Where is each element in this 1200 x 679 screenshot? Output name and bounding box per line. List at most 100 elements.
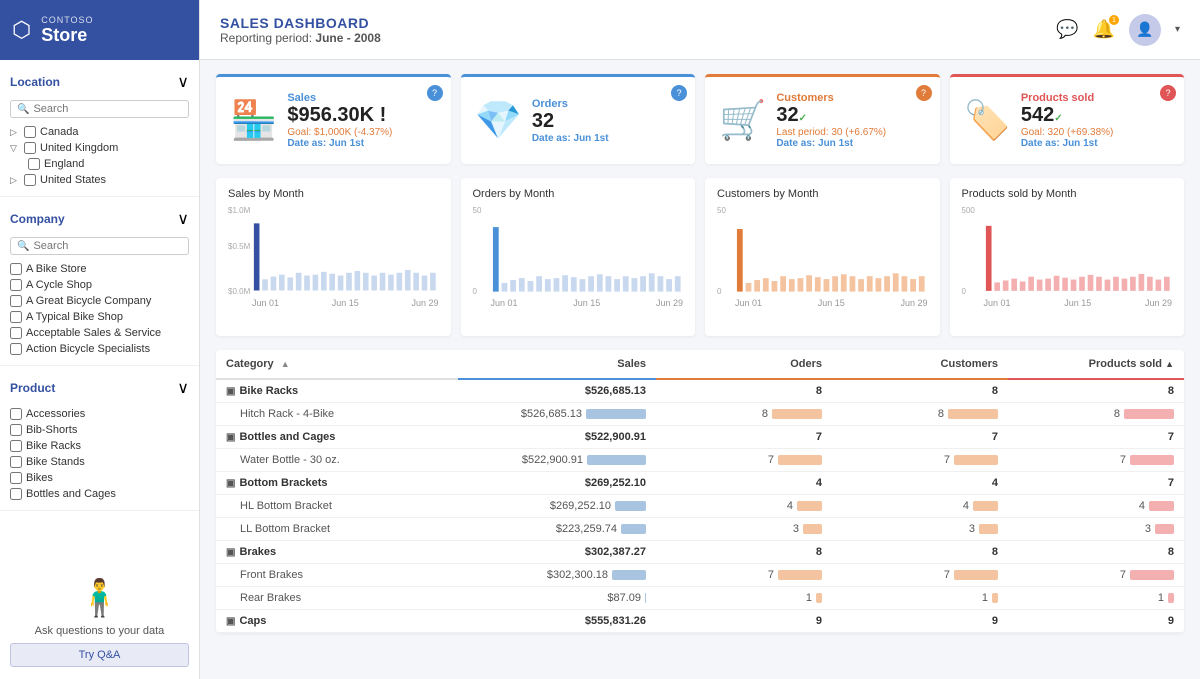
sales-date: Date as: Jun 1st	[287, 138, 436, 149]
company-checkbox[interactable]	[10, 263, 22, 275]
sales-info-icon[interactable]: ?	[427, 85, 443, 101]
sales-value-cell: $555,831.26	[585, 615, 646, 627]
products-bar	[1124, 409, 1174, 419]
cell-products: 7	[1008, 426, 1184, 449]
col-orders-header[interactable]: Oders	[656, 350, 832, 379]
category-icon: ▣	[226, 432, 235, 443]
company-label: A Great Bicycle Company	[26, 295, 151, 307]
company-item[interactable]: Action Bicycle Specialists	[10, 341, 189, 357]
customers-info-icon[interactable]: ?	[916, 85, 932, 101]
products-bar	[1168, 593, 1174, 603]
sales-value-cell: $269,252.10	[550, 500, 611, 512]
qa-button[interactable]: Try Q&A	[10, 643, 189, 667]
company-item[interactable]: A Typical Bike Shop	[10, 309, 189, 325]
col-sales-header[interactable]: Sales	[458, 350, 656, 379]
company-search-box[interactable]: 🔍	[10, 237, 189, 255]
location-search-box[interactable]: 🔍	[10, 100, 189, 118]
company-item[interactable]: A Bike Store	[10, 261, 189, 277]
product-label: Bike Stands	[26, 456, 85, 468]
location-search-input[interactable]	[33, 103, 182, 115]
sidebar: ⬡ CONTOSO Store Location ∨ 🔍 ▷ Canada ▽ …	[0, 0, 200, 679]
category-icon: ▣	[226, 616, 235, 627]
cell-customers: 4	[832, 495, 1008, 518]
cell-orders: 7	[656, 426, 832, 449]
orders-value-cell: 4	[787, 500, 793, 512]
product-checkbox[interactable]	[10, 440, 22, 452]
user-avatar[interactable]: 👤	[1129, 14, 1161, 46]
table-body: ▣Bike Racks $526,685.13 8 8	[216, 379, 1184, 633]
location-england[interactable]: England	[28, 156, 189, 172]
sales-illustration: 🏪	[230, 99, 277, 143]
company-checkbox[interactable]	[10, 279, 22, 291]
product-checkbox[interactable]	[10, 408, 22, 420]
product-checkbox[interactable]	[10, 456, 22, 468]
cell-sales: $223,259.74	[458, 518, 656, 541]
product-section: Product ∨ AccessoriesBib-ShortsBike Rack…	[0, 366, 199, 511]
notification-icon[interactable]: 🔔 1	[1093, 19, 1115, 40]
company-item[interactable]: A Great Bicycle Company	[10, 293, 189, 309]
location-us-checkbox[interactable]	[24, 174, 36, 186]
cell-orders: 1	[656, 587, 832, 610]
cell-customers: 1	[832, 587, 1008, 610]
cell-category: ▣Bottom Brackets	[216, 472, 458, 495]
cell-products: 4	[1008, 495, 1184, 518]
cell-sales: $522,900.91	[458, 426, 656, 449]
customers-chart-title: Customers by Month	[717, 188, 928, 200]
company-checkbox[interactable]	[10, 311, 22, 323]
customers-x-labels: Jun 01Jun 15Jun 29	[735, 298, 928, 308]
location-section-header[interactable]: Location ∨	[10, 68, 189, 96]
company-section-header[interactable]: Company ∨	[10, 205, 189, 233]
cell-category: Water Bottle - 30 oz.	[216, 449, 458, 472]
product-item[interactable]: Bike Stands	[10, 454, 189, 470]
cell-products: 9	[1008, 610, 1184, 633]
cell-category: Rear Brakes	[216, 587, 458, 610]
products-info-icon[interactable]: ?	[1160, 85, 1176, 101]
products-by-month-chart: Products sold by Month 500 0	[950, 178, 1185, 336]
products-bar	[1130, 455, 1174, 465]
product-item[interactable]: Bib-Shorts	[10, 422, 189, 438]
col-products-header[interactable]: Products sold ▲	[1008, 350, 1184, 379]
location-england-checkbox[interactable]	[28, 158, 40, 170]
cell-customers: 3	[832, 518, 1008, 541]
product-checkbox[interactable]	[10, 424, 22, 436]
company-chevron-icon: ∨	[177, 209, 189, 229]
location-uk[interactable]: ▽ United Kingdom	[10, 140, 189, 156]
cell-category: ▣Bottles and Cages	[216, 426, 458, 449]
reporting-period: Reporting period: June - 2008	[220, 31, 381, 45]
company-item[interactable]: Acceptable Sales & Service	[10, 325, 189, 341]
cell-category: Hitch Rack - 4-Bike	[216, 403, 458, 426]
company-item[interactable]: A Cycle Shop	[10, 277, 189, 293]
location-us[interactable]: ▷ United States	[10, 172, 189, 188]
product-item[interactable]: Bike Racks	[10, 438, 189, 454]
charts-row: Sales by Month $1.0M $0.5M $0.0M	[216, 178, 1184, 336]
col-category-header[interactable]: Category ▲	[216, 350, 458, 379]
cell-sales: $87.09	[458, 587, 656, 610]
location-us-label: United States	[40, 174, 106, 186]
company-section: Company ∨ 🔍 A Bike StoreA Cycle Shop A Gr…	[0, 197, 199, 366]
chat-icon[interactable]: 💬	[1056, 19, 1078, 40]
company-checkbox[interactable]	[10, 327, 22, 339]
location-canada-checkbox[interactable]	[24, 126, 36, 138]
customers-value-cell: 8	[992, 546, 998, 558]
location-canada[interactable]: ▷ Canada	[10, 124, 189, 140]
location-uk-checkbox[interactable]	[24, 142, 36, 154]
company-checkbox[interactable]	[10, 295, 22, 307]
product-item[interactable]: Bottles and Cages	[10, 486, 189, 502]
reporting-prefix: Reporting period:	[220, 31, 315, 45]
product-checkbox[interactable]	[10, 488, 22, 500]
col-customers-header[interactable]: Customers	[832, 350, 1008, 379]
product-section-header[interactable]: Product ∨	[10, 374, 189, 402]
product-item[interactable]: Bikes	[10, 470, 189, 486]
sales-bar	[615, 501, 646, 511]
sales-value-cell: $526,685.13	[585, 385, 646, 397]
orders-info-icon[interactable]: ?	[671, 85, 687, 101]
company-search-input[interactable]	[33, 240, 182, 252]
table-row: Water Bottle - 30 oz. $522,900.91 7 7	[216, 449, 1184, 472]
product-checkbox[interactable]	[10, 472, 22, 484]
cell-sales: $302,387.27	[458, 541, 656, 564]
company-checkbox[interactable]	[10, 343, 22, 355]
product-item[interactable]: Accessories	[10, 406, 189, 422]
cell-customers: 7	[832, 426, 1008, 449]
customers-bar	[948, 409, 998, 419]
user-chevron-icon[interactable]: ▾	[1175, 24, 1180, 35]
